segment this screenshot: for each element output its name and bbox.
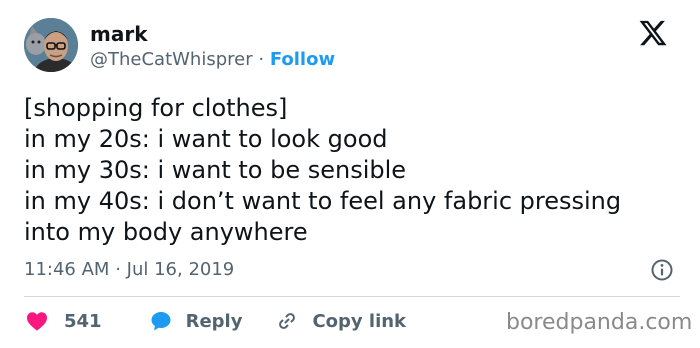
reply-button[interactable]: Reply bbox=[148, 309, 275, 333]
divider bbox=[24, 296, 680, 297]
tweet-line: in my 40s: i don’t want to feel any fabr… bbox=[24, 187, 622, 215]
copy-link-label: Copy link bbox=[312, 310, 407, 332]
author-name[interactable]: mark bbox=[90, 23, 148, 45]
tweet-timestamp[interactable]: 11:46 AM · Jul 16, 2019 bbox=[24, 259, 234, 281]
info-icon[interactable] bbox=[650, 258, 674, 282]
tweet-text: [shopping for clothes] in my 20s: i want… bbox=[24, 93, 684, 248]
heart-icon bbox=[27, 312, 47, 331]
like-count: 541 bbox=[64, 310, 102, 332]
avatar-image bbox=[24, 18, 78, 72]
like-button[interactable]: 541 bbox=[24, 309, 148, 333]
watermark: boredpanda.com bbox=[506, 310, 693, 335]
author-handle[interactable]: @TheCatWhisprer bbox=[90, 49, 253, 70]
tweet-line: into my body anywhere bbox=[24, 218, 308, 246]
speech-bubble-icon bbox=[151, 312, 171, 331]
copy-link-button[interactable]: Copy link bbox=[274, 309, 406, 333]
follow-button[interactable]: Follow bbox=[270, 49, 335, 70]
tweet-line: in my 30s: i want to be sensible bbox=[24, 156, 407, 184]
tweet-date: Jul 16, 2019 bbox=[126, 259, 235, 280]
x-logo-icon[interactable] bbox=[638, 18, 668, 48]
avatar[interactable] bbox=[24, 18, 78, 72]
author-handle-row: @TheCatWhisprer · Follow bbox=[90, 49, 335, 71]
link-icon bbox=[279, 313, 296, 329]
tweet-time: 11:46 AM bbox=[24, 259, 110, 280]
action-bar: 541 Reply Copy link bbox=[24, 307, 406, 335]
tweet-line: [shopping for clothes] bbox=[24, 94, 288, 122]
tweet-line: in my 20s: i want to look good bbox=[24, 125, 388, 153]
date-separator: · bbox=[115, 259, 121, 280]
handle-separator: · bbox=[258, 49, 265, 70]
reply-label: Reply bbox=[185, 310, 243, 332]
